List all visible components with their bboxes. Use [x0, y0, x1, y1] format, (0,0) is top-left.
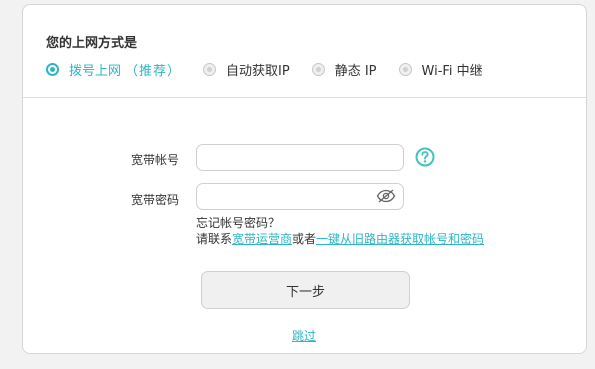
- radio-static-ip[interactable]: 静态 IP: [311, 60, 377, 79]
- radio-pppoe-label: 拨号上网: [69, 64, 122, 79]
- section-title: 您的上网方式是: [46, 36, 138, 51]
- radio-wifi-repeater[interactable]: Wi-Fi 中继: [398, 60, 483, 79]
- recommended-hint: （推荐）: [125, 64, 182, 79]
- forgot-contact-line: 请联系宽带运营商或者一键从旧路由器获取帐号和密码: [196, 231, 484, 247]
- forgot-line: 忘记帐号密码？: [196, 216, 281, 230]
- radio-static-ip-label: 静态 IP: [334, 64, 377, 79]
- radio-dhcp-label: 自动获取IP: [226, 64, 290, 79]
- old-router-import-link[interactable]: 一键从旧路由器获取帐号和密码: [316, 232, 484, 246]
- forgot-or: 或者: [292, 232, 317, 246]
- skip-link[interactable]: 跳过: [292, 327, 316, 344]
- help-icon[interactable]: [415, 147, 435, 167]
- next-button[interactable]: 下一步: [201, 271, 410, 309]
- radio-wifi-repeater-label: Wi-Fi 中继: [421, 64, 483, 79]
- radio-indicator: [311, 63, 325, 76]
- account-input[interactable]: [196, 144, 404, 171]
- eye-slash-icon[interactable]: [376, 189, 396, 203]
- password-input[interactable]: [196, 183, 404, 210]
- section-divider: [23, 97, 586, 98]
- setup-card: 您的上网方式是 拨号上网 （推荐） 自动获取IP 静态 IP Wi-Fi 中继 …: [22, 4, 587, 354]
- radio-selected-indicator: [46, 63, 59, 76]
- password-label: 宽带密码: [131, 193, 180, 207]
- radio-pppoe[interactable]: 拨号上网 （推荐）: [46, 60, 181, 79]
- account-label: 宽带帐号: [131, 153, 180, 167]
- radio-indicator: [203, 63, 217, 76]
- connection-type-radio-group: 拨号上网 （推荐） 自动获取IP 静态 IP Wi-Fi 中继: [46, 60, 505, 79]
- forgot-prefix: 请联系: [196, 232, 233, 246]
- forgot-credentials-help: 忘记帐号密码？ 请联系宽带运营商或者一键从旧路由器获取帐号和密码: [196, 215, 484, 247]
- radio-indicator: [398, 63, 412, 76]
- isp-link[interactable]: 宽带运营商: [232, 232, 292, 246]
- radio-dhcp[interactable]: 自动获取IP: [203, 60, 290, 79]
